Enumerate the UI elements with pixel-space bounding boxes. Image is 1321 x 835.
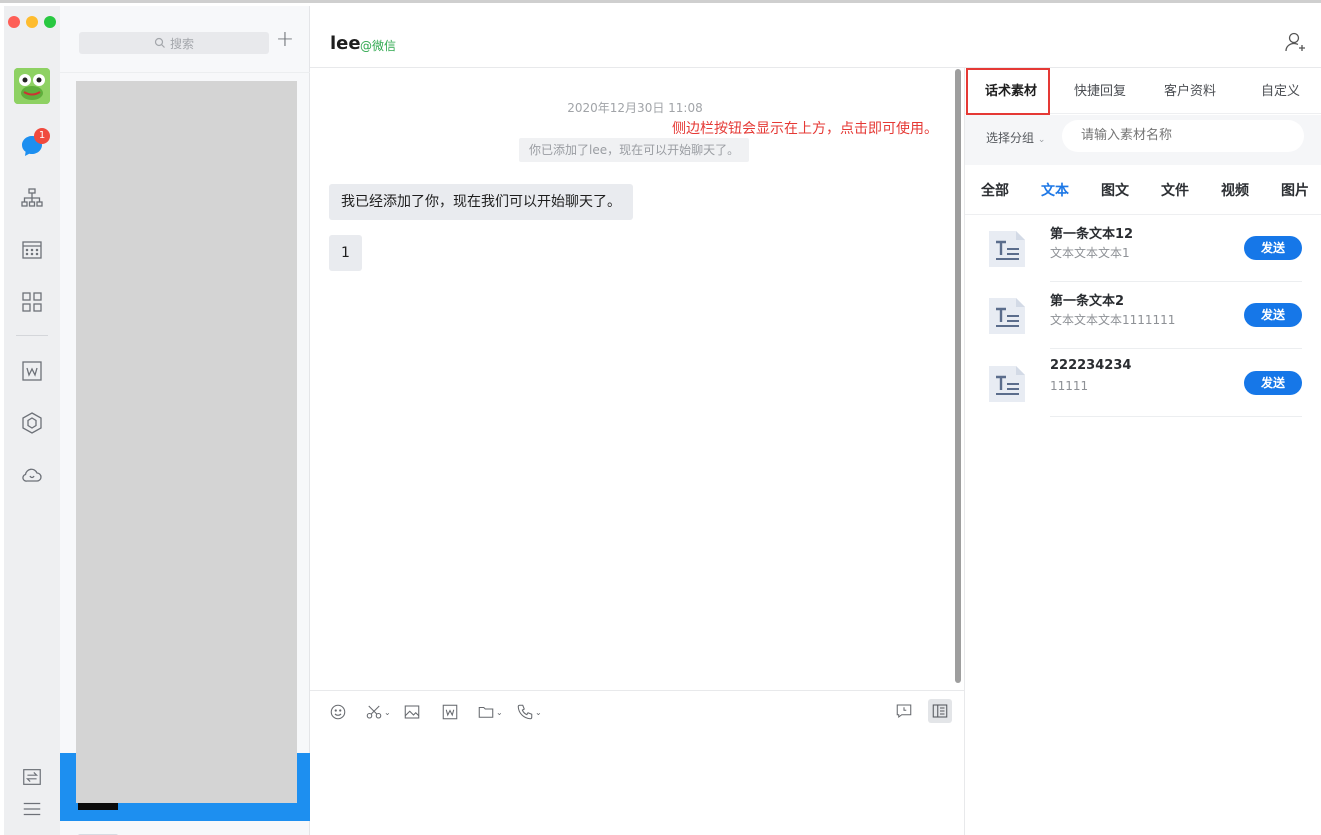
doc-icon[interactable] <box>18 357 46 385</box>
annotation-text: 侧边栏按钮会显示在上方，点击即可使用。 <box>672 121 938 137</box>
divider <box>60 72 310 73</box>
material-title: 222234234 <box>1050 358 1132 373</box>
chat-header: lee @微信 <box>310 6 1321 68</box>
material-title: 第一条文本2 <box>1050 294 1125 309</box>
category-all[interactable]: 全部 <box>981 180 1009 200</box>
cloud-icon[interactable] <box>18 461 46 489</box>
zoom-window-button[interactable] <box>44 16 56 28</box>
close-window-button[interactable] <box>8 16 20 28</box>
text-file-icon <box>987 229 1027 269</box>
folder-icon[interactable]: ⌄ <box>477 701 503 723</box>
tab-quick-reply[interactable]: 快捷回复 <box>1074 80 1126 99</box>
nav-rail: 1 <box>4 6 60 835</box>
tab-customer-info[interactable]: 客户资料 <box>1164 80 1216 99</box>
contact-name: lee <box>330 33 361 54</box>
search-box[interactable]: 搜索 <box>79 32 269 54</box>
conversation-list: 搜索 + <box>60 6 310 835</box>
app-window: 1 搜索 + lee @微信 2020年12月30日 11:08 你已添加了le… <box>0 0 1321 835</box>
material-title: 第一条文本12 <box>1050 227 1134 242</box>
filter-bar: 选择分组 ⌄ <box>965 115 1321 165</box>
add-button[interactable]: + <box>274 29 296 52</box>
material-item[interactable]: 第一条文本12 文本文本文本1 发送 <box>965 215 1321 282</box>
phone-icon[interactable]: ⌄ <box>516 701 542 723</box>
add-member-icon[interactable] <box>1284 30 1308 54</box>
unread-badge: 1 <box>34 128 50 144</box>
scrollbar[interactable] <box>955 69 961 683</box>
message-bubble[interactable]: 我已经添加了你，现在我们可以开始聊天了。 <box>329 184 633 220</box>
category-file[interactable]: 文件 <box>1161 180 1189 200</box>
sidebar-toggle-icon[interactable] <box>928 699 952 723</box>
minimize-window-button[interactable] <box>26 16 38 28</box>
material-subtitle: 文本文本文本1111111 <box>1050 313 1176 327</box>
rail-divider <box>16 335 48 336</box>
menu-icon[interactable] <box>18 795 46 823</box>
transfer-icon[interactable] <box>18 763 46 791</box>
category-rich[interactable]: 图文 <box>1101 180 1129 200</box>
material-item[interactable]: 222234234 11111 发送 <box>965 350 1321 417</box>
search-placeholder: 搜索 <box>169 36 194 51</box>
org-chart-icon[interactable] <box>18 184 46 212</box>
send-button[interactable]: 发送 <box>1244 236 1302 260</box>
message-timestamp: 2020年12月30日 11:08 <box>567 101 703 115</box>
calendar-icon[interactable] <box>18 236 46 264</box>
text-file-icon <box>987 296 1027 336</box>
text-file-icon <box>987 364 1027 404</box>
category-image[interactable]: 图片 <box>1281 180 1309 200</box>
send-button[interactable]: 发送 <box>1244 303 1302 327</box>
highlight-box <box>966 68 1050 115</box>
apps-grid-icon[interactable] <box>18 288 46 316</box>
emoji-icon[interactable] <box>329 701 347 723</box>
screenshot-icon[interactable]: ⌄ <box>365 701 391 723</box>
search-icon <box>154 37 165 48</box>
material-item[interactable]: 第一条文本2 文本文本文本1111111 发送 <box>965 282 1321 349</box>
divider <box>1050 348 1302 349</box>
contact-source-tag: @微信 <box>360 39 397 53</box>
box-icon[interactable] <box>18 409 46 437</box>
category-video[interactable]: 视频 <box>1221 180 1249 200</box>
tab-custom[interactable]: 自定义 <box>1261 80 1300 99</box>
divider <box>1050 416 1302 417</box>
chat-history-icon[interactable] <box>892 699 916 723</box>
avatar[interactable] <box>14 68 50 104</box>
image-icon[interactable] <box>403 701 421 723</box>
sidebar-tabs: 话术素材 快捷回复 客户资料 自定义 <box>965 68 1321 115</box>
sidebar-panel: 话术素材 快捷回复 客户资料 自定义 选择分组 ⌄ 全部 文本 图文 文件 视频… <box>964 68 1321 835</box>
send-button[interactable]: 发送 <box>1244 371 1302 395</box>
material-subtitle: 11111 <box>1050 379 1089 393</box>
doc-icon[interactable] <box>441 701 459 723</box>
material-subtitle: 文本文本文本1 <box>1050 246 1130 260</box>
chat-panel: lee @微信 2020年12月30日 11:08 你已添加了lee，现在可以开… <box>310 6 1321 835</box>
category-tabs: 全部 文本 图文 文件 视频 图片 <box>965 165 1321 215</box>
redacted-list-region <box>76 81 297 803</box>
category-text[interactable]: 文本 <box>1041 180 1069 200</box>
material-search-input[interactable] <box>1062 120 1304 152</box>
message-bubble[interactable]: 1 <box>329 235 362 271</box>
group-select[interactable]: 选择分组 ⌄ <box>986 129 1045 146</box>
system-message: 你已添加了lee，现在可以开始聊天了。 <box>519 138 750 162</box>
